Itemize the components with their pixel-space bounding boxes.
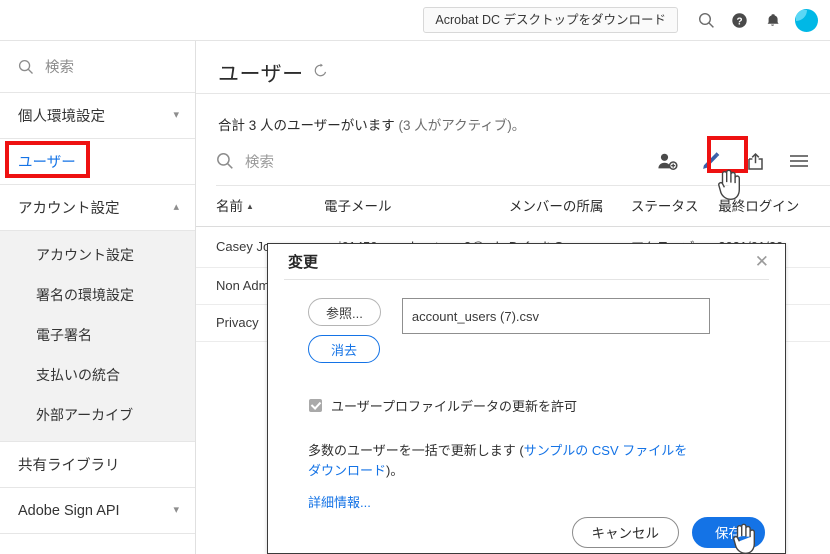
sidebar-subitem-label: 署名の環境設定 xyxy=(36,287,134,303)
cancel-button[interactable]: キャンセル xyxy=(571,516,679,548)
cancel-button-label: キャンセル xyxy=(591,526,660,542)
refresh-icon[interactable] xyxy=(313,63,328,83)
search-icon xyxy=(217,153,233,169)
sidebar-subitem-account-settings[interactable]: アカウント設定 xyxy=(0,235,195,275)
dialog-header: 変更 ✕ xyxy=(268,244,785,279)
bulk-text-tail: )。 xyxy=(386,463,404,479)
sidebar: 検索 個人環境設定 ▾ ユーザー アカウント設定 ▴ アカウント設定 署名の環境… xyxy=(0,41,196,554)
table-toolbar: 検索 xyxy=(196,134,830,173)
column-label: ステータス xyxy=(630,199,699,214)
help-icon[interactable]: ? xyxy=(729,10,749,30)
user-search-input[interactable]: 検索 xyxy=(216,151,274,172)
column-header-status[interactable]: ステータス xyxy=(630,186,719,227)
sidebar-item-adobe-sign-api[interactable]: Adobe Sign API ▾ xyxy=(0,488,195,534)
sidebar-search-placeholder: 検索 xyxy=(45,60,74,76)
sidebar-subitem-external-archive[interactable]: 外部アーカイブ xyxy=(0,395,195,435)
edit-pencil-icon[interactable] xyxy=(700,150,722,172)
clear-button-label: 消去 xyxy=(330,342,357,358)
sidebar-item-users-label: ユーザー xyxy=(18,155,76,171)
file-name-input[interactable]: account_users (7).csv xyxy=(401,298,710,335)
sidebar-item-label: アカウント設定 xyxy=(18,201,120,217)
dialog-title: 変更 xyxy=(288,254,319,272)
sidebar-item-personal-preferences[interactable]: 個人環境設定 ▾ xyxy=(0,93,195,139)
sidebar-item-users[interactable]: ユーザー xyxy=(0,139,195,185)
sidebar-item-label: Adobe Sign API xyxy=(18,502,120,519)
column-label: 名前 xyxy=(216,199,243,214)
browse-button-label: 参照... xyxy=(326,305,363,321)
sort-asc-icon: ▲ xyxy=(246,202,254,211)
more-info-link[interactable]: 詳細情報... xyxy=(308,492,765,511)
app-root: Acrobat DC デスクトップをダウンロード ? 検索 個人環境設定 ▾ ユ… xyxy=(0,0,830,554)
chevron-down-icon: ▾ xyxy=(173,504,179,516)
download-acrobat-label: Acrobat DC デスクトップをダウンロード xyxy=(435,13,666,27)
page-title-row: ユーザー xyxy=(196,41,830,91)
sidebar-subitem-label: 支払いの統合 xyxy=(36,367,120,383)
page-title: ユーザー xyxy=(218,63,304,86)
clear-button[interactable]: 消去 xyxy=(308,335,380,364)
user-count-text: 合計 3 人のユーザーがいます xyxy=(218,118,399,133)
sidebar-subitem-label: アカウント設定 xyxy=(36,247,134,263)
file-name-value: account_users (7).csv xyxy=(411,308,540,324)
active-count-text: (3 人がアクティブ)。 xyxy=(398,118,526,133)
column-header-last-login[interactable]: 最終ログイン xyxy=(718,186,830,227)
file-picker-row: 参照... 消去 account_users (7).csv xyxy=(308,298,765,364)
close-icon[interactable]: ✕ xyxy=(755,253,769,270)
sidebar-item-label: 個人環境設定 xyxy=(18,109,105,125)
column-label: メンバーの所属 xyxy=(508,199,604,214)
download-acrobat-button[interactable]: Acrobat DC デスクトップをダウンロード xyxy=(423,7,678,33)
hamburger-menu-icon[interactable] xyxy=(788,150,810,172)
top-bar: Acrobat DC デスクトップをダウンロード ? xyxy=(0,0,830,41)
add-user-icon[interactable] xyxy=(656,150,678,172)
dialog-body: 参照... 消去 account_users (7).csv ユーザープロファイ… xyxy=(268,280,785,511)
search-icon[interactable] xyxy=(696,10,716,30)
allow-profile-update-label: ユーザープロファイルデータの更新を許可 xyxy=(331,399,577,415)
chevron-down-icon: ▾ xyxy=(173,109,179,121)
bulk-text-lead: 多数のユーザーを一括で更新します ( xyxy=(308,443,524,459)
users-table-head: 名前 ▲ 電子メール メンバーの所属 ステータス 最終ログイン xyxy=(196,186,830,227)
svg-text:?: ? xyxy=(736,16,742,27)
sidebar-item-shared-library[interactable]: 共有ライブラリ xyxy=(0,442,195,488)
top-bar-icons: ? xyxy=(696,8,818,32)
save-button-label: 保存 xyxy=(715,526,742,542)
allow-profile-update-checkbox-row[interactable]: ユーザープロファイルデータの更新を許可 xyxy=(309,396,765,415)
user-count-summary: 合計 3 人のユーザーがいます (3 人がアクティブ)。 xyxy=(196,94,830,134)
chevron-up-icon: ▴ xyxy=(173,201,179,213)
column-label: 電子メール xyxy=(324,199,392,214)
bulk-update-description: 多数のユーザーを一括で更新します (サンプルの CSV ファイルをダウンロード)… xyxy=(308,441,693,481)
column-label: 最終ログイン xyxy=(718,199,800,214)
column-header-group[interactable]: メンバーの所属 xyxy=(508,186,631,227)
sidebar-search-icon xyxy=(18,59,33,74)
user-search-placeholder: 検索 xyxy=(245,154,274,171)
table-header-row: 名前 ▲ 電子メール メンバーの所属 ステータス 最終ログイン xyxy=(196,186,830,227)
column-header-email[interactable]: 電子メール xyxy=(324,186,509,227)
avatar[interactable] xyxy=(795,8,818,32)
sidebar-subitems: アカウント設定 署名の環境設定 電子署名 支払いの統合 外部アーカイブ xyxy=(0,231,195,442)
sidebar-subitem-digital-signature[interactable]: 電子署名 xyxy=(0,315,195,355)
sidebar-search[interactable]: 検索 xyxy=(0,41,195,93)
toolbar-icons xyxy=(656,150,816,172)
column-header-name[interactable]: 名前 ▲ xyxy=(196,186,325,227)
bell-icon[interactable] xyxy=(762,10,782,30)
sidebar-subitem-label: 電子署名 xyxy=(36,327,92,343)
checkbox-checked-icon[interactable] xyxy=(309,399,322,413)
sidebar-subitem-payment-integration[interactable]: 支払いの統合 xyxy=(0,355,195,395)
dialog-footer: キャンセル 保存 xyxy=(268,511,785,553)
sidebar-item-account-settings[interactable]: アカウント設定 ▴ xyxy=(0,185,195,231)
save-button[interactable]: 保存 xyxy=(692,516,765,548)
browse-button[interactable]: 参照... xyxy=(308,298,381,327)
sidebar-subitem-signature-preferences[interactable]: 署名の環境設定 xyxy=(0,275,195,315)
change-users-dialog: 変更 ✕ 参照... 消去 account_users (7).csv ユーザー… xyxy=(267,243,786,554)
sidebar-item-label: 共有ライブラリ xyxy=(18,458,120,474)
export-icon[interactable] xyxy=(744,150,766,172)
sidebar-subitem-label: 外部アーカイブ xyxy=(36,407,134,423)
